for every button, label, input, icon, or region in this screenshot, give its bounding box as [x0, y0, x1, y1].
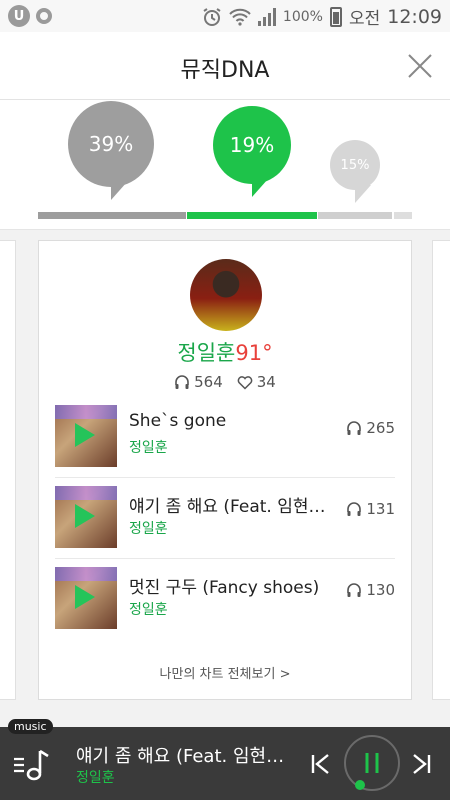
next-track-icon[interactable]	[408, 751, 434, 777]
song-artist[interactable]: 정일훈	[129, 518, 168, 538]
artist-heading: 정일훈91°	[39, 337, 411, 367]
dna-bubble-2[interactable]: 19%	[213, 106, 291, 197]
headphones-icon	[347, 502, 362, 516]
play-count: 130	[366, 581, 395, 599]
clock: 12:09	[387, 5, 442, 28]
play-count: 265	[366, 419, 395, 437]
pause-icon[interactable]	[346, 737, 398, 789]
progress-indicator	[355, 780, 365, 790]
artist-avatar[interactable]	[190, 259, 262, 331]
artist-card: 정일훈91° 564 34 She`s gone 정일훈 265 얘기 좀 해요…	[38, 240, 412, 700]
dna-bar-segment-1	[38, 212, 186, 219]
song-title[interactable]: She`s gone	[129, 411, 339, 431]
view-full-chart-link[interactable]: 나만의 차트 전체보기 >	[39, 663, 411, 682]
next-card[interactable]	[432, 240, 450, 700]
app-notification-icon: U	[8, 5, 30, 27]
song-row[interactable]: 얘기 좀 해요 (Feat. 임현식 Of 비투비) 정일훈 131	[55, 478, 395, 559]
previous-card[interactable]	[0, 240, 16, 700]
battery-percent: 100%	[282, 8, 323, 25]
headphones-icon	[347, 583, 362, 597]
artist-temperature: 91°	[235, 341, 273, 365]
now-playing-artist[interactable]: 정일훈	[76, 767, 115, 787]
song-row[interactable]: She`s gone 정일훈 265	[55, 397, 395, 478]
dna-bar-segment-rest	[394, 212, 412, 219]
dna-bar-segment-2	[187, 212, 317, 219]
play-icon[interactable]	[75, 585, 95, 609]
song-row[interactable]: 멋진 구두 (Fancy shoes) 정일훈 130	[55, 559, 395, 640]
headphones-icon	[175, 375, 189, 389]
artist-stats: 564 34	[39, 373, 411, 391]
status-bar: U 100% 오전 12:09	[0, 0, 450, 32]
artist-name[interactable]: 정일훈	[177, 341, 235, 365]
dna-percentage-strip: 39% 19% 15%	[0, 100, 450, 230]
song-artist[interactable]: 정일훈	[129, 599, 168, 619]
listen-count: 564	[194, 373, 223, 391]
time-ampm: 오전	[348, 9, 381, 29]
dna-bar-segment-3	[318, 212, 392, 219]
play-count: 131	[366, 500, 395, 518]
close-icon[interactable]	[406, 52, 434, 80]
dna-bubble-1[interactable]: 39%	[68, 101, 154, 200]
pause-button[interactable]	[344, 735, 400, 791]
heart-icon	[237, 375, 253, 390]
music-badge: music	[8, 719, 53, 734]
page-title: 뮤직DNA	[180, 58, 270, 83]
sync-icon	[36, 8, 52, 24]
alarm-icon	[203, 7, 221, 26]
playlist-music-icon[interactable]	[12, 745, 52, 785]
wifi-icon	[229, 8, 251, 26]
mini-player[interactable]: music 얘기 좀 해요 (Feat. 임현식 Of 비투비) 정일훈	[0, 719, 450, 800]
album-thumbnail[interactable]	[55, 486, 117, 548]
song-artist[interactable]: 정일훈	[129, 437, 168, 457]
song-title[interactable]: 얘기 좀 해요 (Feat. 임현식 Of 비투비)	[129, 492, 339, 517]
now-playing-title[interactable]: 얘기 좀 해요 (Feat. 임현식 Of 비투비)	[76, 742, 298, 768]
album-thumbnail[interactable]	[55, 405, 117, 467]
play-icon[interactable]	[75, 504, 95, 528]
battery-icon	[329, 6, 342, 27]
dna-bubble-3[interactable]: 15%	[330, 140, 380, 203]
album-thumbnail[interactable]	[55, 567, 117, 629]
like-count: 34	[256, 373, 276, 391]
previous-track-icon[interactable]	[308, 751, 334, 777]
play-icon[interactable]	[75, 423, 95, 447]
song-title[interactable]: 멋진 구두 (Fancy shoes)	[129, 573, 339, 598]
header: 뮤직DNA	[0, 32, 450, 100]
signal-icon	[257, 7, 276, 26]
headphones-icon	[347, 421, 362, 435]
